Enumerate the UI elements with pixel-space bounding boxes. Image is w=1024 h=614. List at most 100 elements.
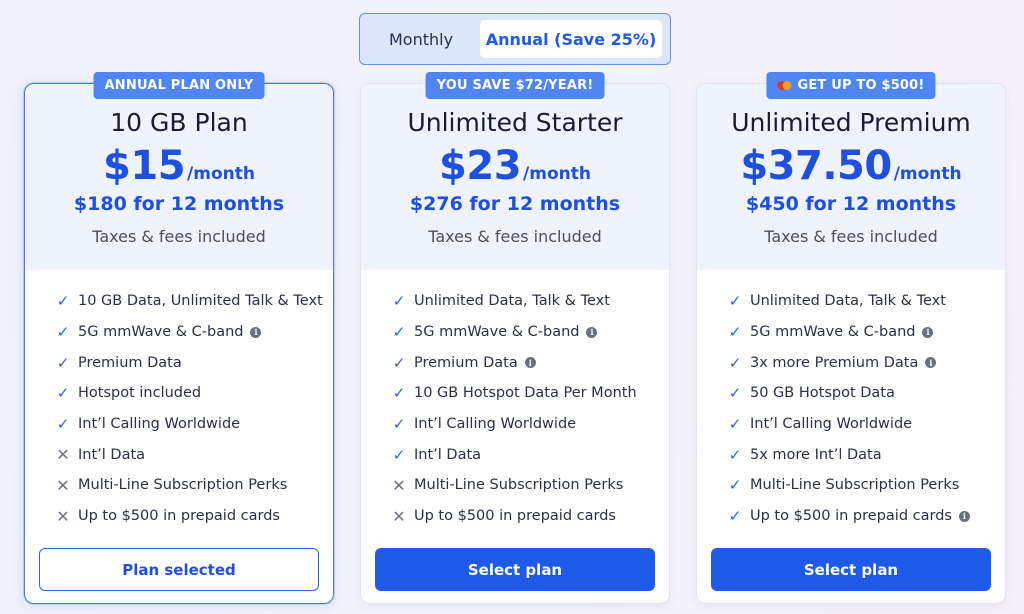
- check-icon: ✓: [56, 323, 70, 342]
- feature-item: ✓ Hotspot included: [53, 378, 333, 409]
- feature-item: ✕ Multi-Line Subscription Perks: [53, 470, 333, 501]
- plan-taxes-note: Taxes & fees included: [764, 227, 938, 246]
- plan-badge: YOU SAVE $72/YEAR!: [425, 72, 605, 99]
- check-icon: ✓: [728, 323, 742, 342]
- check-icon: ✓: [728, 476, 742, 495]
- plan-card-unlimited-starter: YOU SAVE $72/YEAR! Unlimited Starter $23…: [360, 72, 670, 604]
- feature-item: ✓ 5G mmWave & C-band i: [389, 317, 669, 348]
- plan-taxes-note: Taxes & fees included: [428, 227, 602, 246]
- feature-item: ✓ 5x more Int’l Data: [725, 439, 1005, 470]
- plan-badge: ANNUAL PLAN ONLY: [93, 72, 265, 99]
- feature-label: Premium Data: [414, 354, 518, 371]
- feature-item: ✓ 10 GB Hotspot Data Per Month: [389, 378, 669, 409]
- info-icon[interactable]: i: [250, 326, 262, 338]
- x-icon: ✕: [56, 506, 70, 526]
- feature-label: Int’l Data: [78, 446, 146, 463]
- feature-label: Int’l Calling Worldwide: [78, 416, 241, 433]
- feature-label: 10 GB Hotspot Data Per Month: [414, 385, 637, 402]
- check-icon: ✓: [56, 353, 70, 372]
- feature-label: Int’l Calling Worldwide: [750, 416, 913, 433]
- plan-price: $37.50: [740, 143, 892, 189]
- check-icon: ✓: [728, 292, 742, 311]
- info-icon[interactable]: i: [958, 510, 970, 522]
- feature-item: ✕ Up to $500 in prepaid cards: [53, 501, 333, 532]
- feature-label: Up to $500 in prepaid cards: [414, 508, 616, 525]
- feature-item: ✓ Int’l Data: [389, 439, 669, 470]
- feature-item: ✓ Premium Data: [53, 347, 333, 378]
- feature-item: ✓ Int’l Calling Worldwide: [389, 409, 669, 440]
- feature-label: Up to $500 in prepaid cards: [750, 508, 952, 525]
- plan-taxes-note: Taxes & fees included: [92, 227, 266, 246]
- feature-item: ✓ 3x more Premium Data i: [725, 347, 1005, 378]
- feature-label: 5G mmWave & C-band: [414, 324, 580, 341]
- feature-item: ✓ 5G mmWave & C-band i: [725, 317, 1005, 348]
- feature-item: ✓ Unlimited Data, Talk & Text: [725, 286, 1005, 317]
- plan-price-period: /month: [523, 164, 591, 184]
- x-icon: ✕: [56, 475, 70, 495]
- select-plan-button[interactable]: Select plan: [375, 548, 655, 591]
- x-icon: ✕: [392, 506, 406, 526]
- feature-label: Multi-Line Subscription Perks: [414, 477, 624, 494]
- feature-label: Multi-Line Subscription Perks: [78, 477, 288, 494]
- plan-price-period: /month: [893, 164, 962, 184]
- info-icon[interactable]: i: [586, 326, 598, 338]
- plan-badge: GET UP TO $500!: [766, 72, 936, 99]
- check-icon: ✓: [728, 507, 742, 526]
- check-icon: ✓: [56, 384, 70, 403]
- feature-list: ✓ 10 GB Data, Unlimited Talk & Text ✓ 5G mm…: [25, 270, 333, 532]
- info-icon[interactable]: i: [922, 326, 934, 338]
- feature-label: Hotspot included: [78, 385, 202, 402]
- feature-item: ✓ Up to $500 in prepaid cards i: [725, 501, 1005, 532]
- mastercard-logo-icon: [777, 81, 792, 90]
- check-icon: ✓: [392, 292, 406, 311]
- feature-label: Int’l Data: [414, 446, 482, 463]
- feature-label: 5G mmWave & C-band: [78, 324, 244, 341]
- feature-item: ✓ Multi-Line Subscription Perks: [725, 470, 1005, 501]
- check-icon: ✓: [392, 415, 406, 434]
- feature-item: ✓ 50 GB Hotspot Data: [725, 378, 1005, 409]
- plan-annual-total: $276 for 12 months: [409, 193, 621, 215]
- check-icon: ✓: [392, 445, 406, 464]
- feature-label: Unlimited Data, Talk & Text: [750, 293, 946, 310]
- plan-annual-total: $450 for 12 months: [745, 193, 957, 215]
- plan-price-row: $15 /month: [25, 143, 333, 189]
- feature-item: ✕ Multi-Line Subscription Perks: [389, 470, 669, 501]
- select-plan-button[interactable]: Select plan: [711, 548, 991, 591]
- feature-label: 5G mmWave & C-band: [750, 324, 916, 341]
- monthly-option[interactable]: Monthly: [366, 20, 476, 58]
- annual-option[interactable]: Annual (Save 25%): [480, 20, 662, 58]
- feature-label: Up to $500 in prepaid cards: [78, 508, 280, 525]
- feature-item: ✓ Premium Data i: [389, 347, 669, 378]
- plan-card-unlimited-premium: GET UP TO $500! Unlimited Premium $37.50…: [696, 72, 1006, 604]
- feature-label: 50 GB Hotspot Data: [750, 385, 895, 402]
- billing-toggle: Monthly Annual (Save 25%): [359, 13, 671, 65]
- plan-badge-text: YOU SAVE $72/YEAR!: [436, 78, 594, 93]
- x-icon: ✕: [56, 445, 70, 465]
- plan-selected-button[interactable]: Plan selected: [39, 548, 319, 591]
- check-icon: ✓: [56, 415, 70, 434]
- plan-badge-text: GET UP TO $500!: [797, 78, 925, 93]
- plan-card-header: GET UP TO $500! Unlimited Premium $37.50…: [697, 72, 1005, 270]
- plan-price-period: /month: [187, 164, 255, 184]
- info-icon[interactable]: i: [524, 357, 536, 369]
- feature-label: Int’l Calling Worldwide: [414, 416, 577, 433]
- plan-price: $15: [103, 143, 186, 189]
- plan-price-row: $23 /month: [361, 143, 669, 189]
- feature-item: ✓ 10 GB Data, Unlimited Talk & Text: [53, 286, 333, 317]
- info-icon[interactable]: i: [925, 357, 937, 369]
- plan-card-header: YOU SAVE $72/YEAR! Unlimited Starter $23…: [361, 72, 669, 270]
- feature-list: ✓ Unlimited Data, Talk & Text ✓ 5G mmWave &…: [697, 270, 1005, 532]
- feature-item: ✓ 5G mmWave & C-band i: [53, 317, 333, 348]
- feature-label: Multi-Line Subscription Perks: [750, 477, 960, 494]
- feature-item: ✓ Int’l Calling Worldwide: [53, 409, 333, 440]
- check-icon: ✓: [56, 292, 70, 311]
- feature-item: ✕ Up to $500 in prepaid cards: [389, 501, 669, 532]
- feature-item: ✓ Int’l Calling Worldwide: [725, 409, 1005, 440]
- feature-item: ✕ Int’l Data: [53, 439, 333, 470]
- feature-label: 5x more Int’l Data: [750, 446, 882, 463]
- check-icon: ✓: [728, 415, 742, 434]
- feature-label: Premium Data: [78, 354, 182, 371]
- check-icon: ✓: [728, 384, 742, 403]
- feature-label: 10 GB Data, Unlimited Talk & Text: [78, 293, 323, 310]
- x-icon: ✕: [392, 475, 406, 495]
